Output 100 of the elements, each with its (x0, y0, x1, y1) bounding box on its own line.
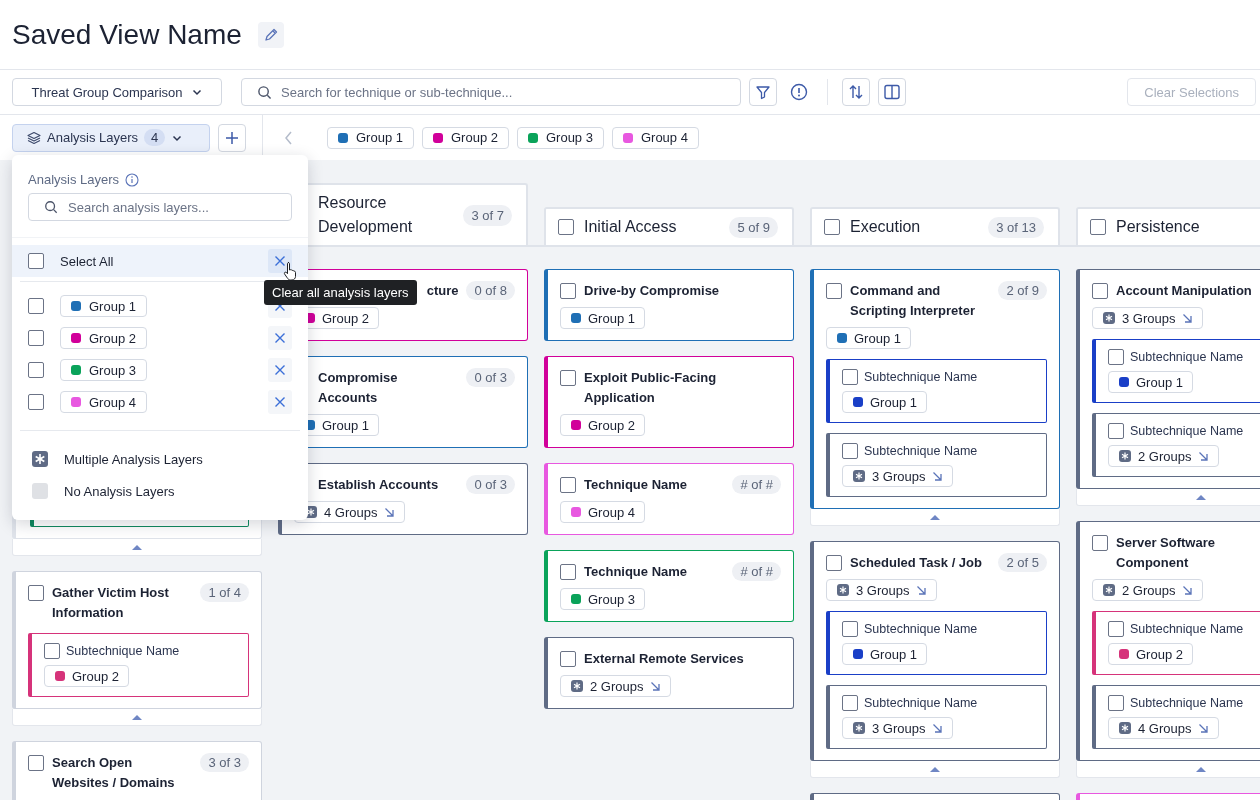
group-tag[interactable]: Group 2 (1108, 643, 1193, 665)
subtechnique-title: Subtechnique Name (864, 370, 978, 384)
technique-title: Server Software Component (1116, 534, 1216, 572)
add-button[interactable] (218, 123, 246, 152)
checkbox[interactable] (28, 394, 44, 410)
column-title: Resource Development (318, 193, 414, 237)
checkbox[interactable] (1108, 695, 1124, 711)
checkbox[interactable] (1090, 219, 1106, 235)
checkbox[interactable] (560, 651, 576, 667)
columns-button[interactable] (878, 78, 906, 106)
asterisk-icon (1119, 450, 1131, 462)
technique-title: Compromise Accounts (318, 369, 399, 407)
checkbox[interactable] (1108, 349, 1124, 365)
checkbox[interactable] (842, 621, 858, 637)
group-tag[interactable]: 2 Groups (1108, 445, 1220, 467)
asterisk-icon (571, 680, 583, 692)
checkbox[interactable] (28, 298, 44, 314)
group-tag[interactable]: Group 3 (560, 588, 645, 610)
column-title: Initial Access (584, 217, 678, 237)
hand-cursor-icon (283, 261, 299, 281)
checkbox[interactable] (824, 219, 840, 235)
tag-label: 3 Groups (1122, 310, 1176, 326)
technique-title: External Remote Services (584, 650, 745, 668)
close-button[interactable] (268, 249, 292, 273)
tag-label: Group 2 (1136, 646, 1183, 662)
group-tag[interactable]: Group 1 (842, 391, 927, 413)
checkbox[interactable] (1092, 535, 1108, 551)
caret-up-icon (132, 714, 142, 720)
asterisk-icon (1119, 722, 1131, 734)
info-icon (125, 172, 140, 187)
checkbox[interactable] (558, 219, 574, 235)
group-tag[interactable]: 4 Groups (1108, 717, 1220, 739)
caret-up-icon (1196, 766, 1206, 772)
chip-label: Group 3 (545, 130, 593, 145)
group-tag[interactable]: 3 Groups (842, 717, 954, 739)
group-tag[interactable]: Group 1 (842, 643, 927, 665)
caret-up-icon (132, 544, 142, 550)
checkbox[interactable] (560, 564, 576, 580)
group-tag[interactable]: Group 4 (560, 501, 645, 523)
arrow-down-right-icon (932, 722, 944, 734)
plus-icon (224, 129, 240, 146)
checkbox[interactable] (826, 555, 842, 571)
checkbox[interactable] (1092, 283, 1108, 299)
group-tag[interactable]: Group 2 (560, 414, 645, 436)
checkbox[interactable] (560, 283, 576, 299)
group-tag[interactable]: Group 2 (44, 665, 129, 687)
close-icon (274, 364, 286, 376)
checkbox[interactable] (560, 477, 576, 493)
group-tag[interactable]: Group 1 (826, 327, 911, 349)
tag-label: Group 1 (322, 417, 369, 433)
group-tag[interactable]: 2 Groups (560, 675, 672, 697)
analysis-layers-button[interactable]: Analysis Layers 4 (12, 123, 210, 152)
arrow-down-right-icon (384, 506, 396, 518)
count-badge: 3 of 3 (200, 753, 249, 772)
group-tag[interactable]: 3 Groups (826, 579, 938, 601)
arrow-down-right-icon (1198, 450, 1210, 462)
arrow-down-right-icon (932, 470, 944, 482)
checkbox[interactable] (28, 330, 44, 346)
checkbox[interactable] (1108, 423, 1124, 439)
technique-title: Command and Scripting Interpreter (850, 282, 976, 320)
count-badge: 4 (144, 129, 166, 146)
tag-label: 3 Groups (872, 720, 926, 736)
subtechnique-title: Subtechnique Name (1130, 622, 1244, 636)
technique-title: Technique Name (584, 476, 689, 494)
search-icon (44, 200, 58, 214)
checkbox[interactable] (842, 369, 858, 385)
group-tag[interactable]: Group 1 (560, 307, 645, 329)
checkbox[interactable] (560, 370, 576, 386)
tooltip: Clear all analysis layers (264, 280, 417, 305)
checkbox[interactable] (28, 362, 44, 378)
subtechnique-title: Subtechnique Name (864, 696, 978, 710)
count-badge: 0 of 3 (466, 475, 515, 494)
checkbox[interactable] (28, 253, 44, 269)
select-all-row[interactable]: Select All (12, 245, 308, 277)
technique-title: cture (426, 282, 459, 300)
filter-icon (755, 84, 771, 100)
search-field[interactable]: Search for technique or sub-technique... (241, 78, 741, 106)
checkbox[interactable] (826, 283, 842, 299)
filter-button[interactable] (749, 78, 777, 106)
checkbox[interactable] (44, 643, 60, 659)
group-tag[interactable]: Group 1 (1108, 371, 1193, 393)
group-tag[interactable]: 2 Groups (1092, 579, 1204, 601)
count-badge: 3 of 7 (463, 204, 512, 226)
checkbox[interactable] (1108, 621, 1124, 637)
search-field[interactable]: Search analysis layers... (28, 193, 292, 221)
technique-title: Scheduled Task / Job (850, 554, 983, 572)
view-select[interactable]: Threat Group Comparison (12, 78, 222, 106)
sort-button[interactable] (842, 78, 870, 106)
count-badge: # of # (732, 475, 781, 494)
checkbox[interactable] (28, 755, 44, 771)
checkbox[interactable] (28, 585, 44, 601)
group-tag[interactable]: 3 Groups (1092, 307, 1204, 329)
checkbox[interactable] (842, 695, 858, 711)
edit-button[interactable] (257, 21, 284, 48)
group-tag[interactable]: 3 Groups (842, 465, 954, 487)
tag-label: 2 Groups (1138, 448, 1192, 464)
technique-title: Drive-by Compromise (584, 282, 721, 300)
legend-label: Multiple Analysis Layers (64, 451, 204, 467)
chip-label: Group 1 (89, 298, 136, 314)
checkbox[interactable] (842, 443, 858, 459)
